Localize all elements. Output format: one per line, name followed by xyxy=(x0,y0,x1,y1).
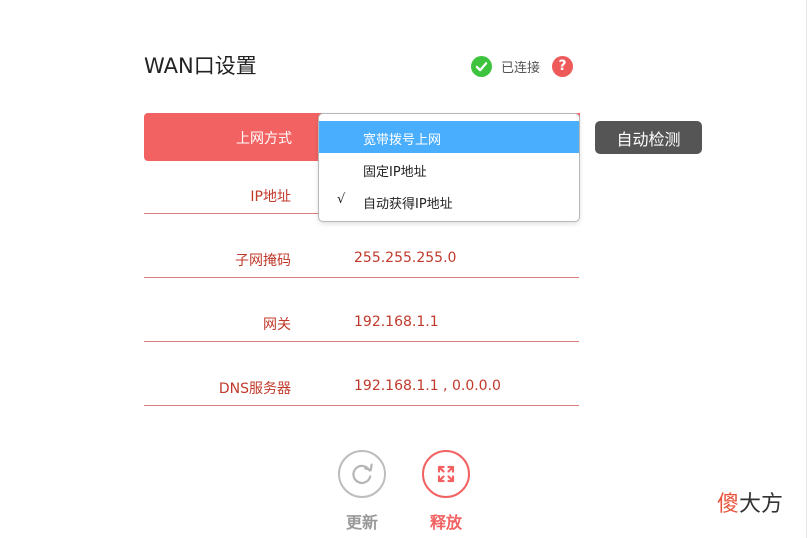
option-label: 宽带拨号上网 xyxy=(363,133,442,148)
auto-detect-button[interactable]: 自动检测 xyxy=(595,121,702,154)
field-label: 子网掩码 xyxy=(235,253,291,269)
watermark-first-char: 傻 xyxy=(717,492,740,517)
option-label: 固定IP地址 xyxy=(363,165,427,180)
page-title: WAN口设置 xyxy=(144,54,257,78)
field-value: 255.255.255.0 xyxy=(354,250,457,266)
check-circle-icon xyxy=(471,55,492,77)
field-label: IP地址 xyxy=(250,189,291,205)
field-label: 网关 xyxy=(263,317,291,333)
help-icon[interactable]: ? xyxy=(552,55,574,77)
refresh-label: 更新 xyxy=(346,513,379,532)
dropdown-option[interactable]: 宽带拨号上网 xyxy=(319,121,579,153)
field-label: DNS服务器 xyxy=(218,381,291,397)
release-icon xyxy=(437,465,455,483)
refresh-icon xyxy=(352,463,373,484)
status-text: 已连接 xyxy=(501,60,541,76)
watermark-rest: 大方 xyxy=(739,492,784,517)
field-value: 192.168.1.1 xyxy=(354,314,439,330)
connection-status: 已连接 ? xyxy=(471,55,574,77)
release-label: 释放 xyxy=(430,513,463,532)
refresh-button[interactable] xyxy=(338,450,386,498)
field-row-subnet: 子网掩码 255.255.255.0 xyxy=(144,247,579,278)
connection-type-label: 上网方式 xyxy=(236,131,292,147)
watermark-logo: 傻大方 xyxy=(717,486,783,518)
dropdown-option[interactable]: √ 自动获得IP地址 xyxy=(319,185,579,217)
field-row-gateway: 网关 192.168.1.1 xyxy=(144,311,579,342)
check-mark: √ xyxy=(337,192,346,207)
connection-type-dropdown[interactable]: 宽带拨号上网 固定IP地址 √ 自动获得IP地址 xyxy=(318,113,580,222)
release-button[interactable] xyxy=(422,450,470,498)
option-label: 自动获得IP地址 xyxy=(363,197,453,212)
dropdown-option[interactable]: 固定IP地址 xyxy=(319,153,579,185)
field-row-dns: DNS服务器 192.168.1.1 , 0.0.0.0 xyxy=(144,375,579,406)
field-value: 192.168.1.1 , 0.0.0.0 xyxy=(354,378,501,394)
